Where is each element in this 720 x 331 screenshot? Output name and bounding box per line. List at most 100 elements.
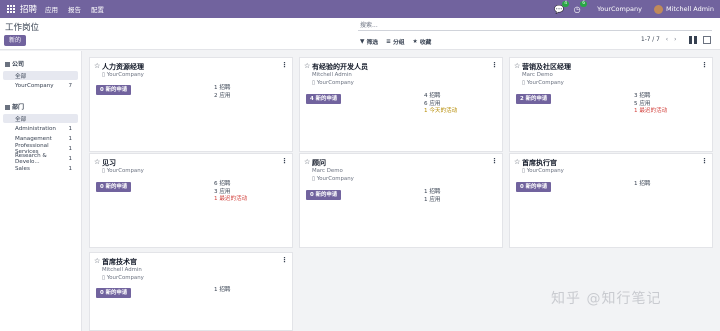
card-menu-icon[interactable]: ⋮ (491, 157, 498, 165)
building-icon: ▯ (312, 176, 315, 182)
menu-configuration[interactable]: 配置 (91, 4, 104, 14)
favorites-button[interactable]: ★ 收藏 (412, 37, 432, 47)
card-menu-icon[interactable]: ⋮ (281, 157, 288, 165)
applications-count[interactable]: 6 应用 (424, 101, 457, 109)
applications-count[interactable]: 3 应用 (214, 189, 247, 197)
job-company-label: YourCompany (106, 168, 144, 174)
layers-icon: ≡ (386, 38, 391, 45)
group-by-button[interactable]: ≡ 分组 (386, 37, 405, 47)
menu-reporting[interactable]: 报告 (68, 4, 81, 14)
job-card[interactable]: ☆ 顾问 ⋮ Marc Demo ▯ YourCompany 0 新的申请 1 … (299, 153, 503, 248)
app-name[interactable]: 招聘 (20, 3, 37, 15)
to-recruit[interactable]: 1 招聘 (214, 85, 231, 93)
new-applications-button[interactable]: 0 新的申请 (306, 190, 342, 200)
company-item-label: YourCompany (15, 82, 54, 89)
favorite-star-icon[interactable]: ☆ (94, 158, 100, 166)
job-title[interactable]: 首席执行官 (522, 158, 557, 168)
group-label: 分组 (392, 40, 405, 46)
kanban-view-icon[interactable] (689, 36, 697, 44)
applications-count[interactable]: 5 应用 (634, 101, 667, 109)
job-title[interactable]: 有经验的开发人员 (312, 62, 368, 72)
new-applications-button[interactable]: 0 新的申请 (516, 182, 552, 192)
menu-applications[interactable]: 应用 (45, 4, 58, 14)
star-icon: ★ (412, 38, 418, 45)
department-item-label: 全部 (15, 116, 27, 123)
favorite-star-icon[interactable]: ☆ (514, 158, 520, 166)
activity-overdue[interactable]: 1 最迟的活动 (634, 108, 667, 116)
job-card[interactable]: ☆ 见习 ⋮ ▯ YourCompany 0 新的申请 6 招聘 3 应用 1 … (89, 153, 293, 248)
job-card[interactable]: ☆ 首席技术官 ⋮ Mitchell Admin ▯ YourCompany 0… (89, 252, 293, 331)
department-item-count: 1 (68, 155, 72, 162)
activity-icon[interactable]: ◷ 6 (571, 1, 588, 15)
search-input[interactable] (358, 20, 712, 30)
to-recruit[interactable]: 6 招聘 (214, 181, 247, 189)
building-icon: ▯ (522, 168, 525, 174)
card-menu-icon[interactable]: ⋮ (701, 61, 708, 69)
to-recruit[interactable]: 1 招聘 (214, 287, 231, 295)
department-item-label: Management (15, 135, 52, 142)
search-box (358, 20, 712, 31)
job-card[interactable]: ☆ 营销及社区经理 ⋮ Marc Demo ▯ YourCompany 2 新的… (509, 57, 713, 152)
new-applications-button[interactable]: 2 新的申请 (516, 94, 552, 104)
pager: 1-7 / 7 ‹ › (641, 37, 676, 43)
building-icon: ▯ (102, 275, 105, 281)
list-view-icon[interactable] (703, 36, 711, 44)
favorite-star-icon[interactable]: ☆ (514, 62, 520, 70)
job-card[interactable]: ☆ 首席执行官 ⋮ ▯ YourCompany 0 新的申请 1 招聘 (509, 153, 713, 248)
favorite-star-icon[interactable]: ☆ (94, 62, 100, 70)
company-item-all[interactable]: 全部 (3, 71, 78, 80)
new-applications-button[interactable]: 0 新的申请 (96, 85, 132, 95)
to-recruit[interactable]: 3 招聘 (634, 93, 667, 101)
favorite-star-icon[interactable]: ☆ (304, 62, 310, 70)
job-company-label: YourCompany (316, 176, 354, 182)
top-navbar: 招聘 应用 报告 配置 💬 4 ◷ 6 YourCompany Mitchell A… (0, 0, 720, 18)
to-recruit[interactable]: 1 招聘 (424, 189, 441, 197)
user-avatar[interactable] (653, 4, 663, 14)
pager-prev-icon[interactable]: ‹ (666, 37, 668, 43)
apps-menu-icon[interactable] (4, 5, 18, 13)
chat-icon[interactable]: 💬 4 (553, 1, 570, 15)
to-recruit[interactable]: 1 招聘 (634, 181, 651, 189)
applications-count[interactable]: 1 应用 (424, 197, 441, 205)
job-title[interactable]: 顾问 (312, 158, 326, 168)
user-menu[interactable]: Mitchell Admin (666, 5, 714, 13)
pager-next-icon[interactable]: › (674, 37, 676, 43)
new-applications-button[interactable]: 0 新的申请 (96, 182, 132, 192)
job-title[interactable]: 人力资源经理 (102, 62, 144, 72)
job-title[interactable]: 营销及社区经理 (522, 62, 571, 72)
favorite-star-icon[interactable]: ☆ (304, 158, 310, 166)
card-menu-icon[interactable]: ⋮ (281, 256, 288, 264)
company-item-count: 7 (68, 82, 72, 89)
card-menu-icon[interactable]: ⋮ (281, 61, 288, 69)
favorite-star-icon[interactable]: ☆ (94, 257, 100, 265)
card-menu-icon[interactable]: ⋮ (491, 61, 498, 69)
department-item-all[interactable]: 全部 (3, 114, 78, 123)
activity-overdue[interactable]: 1 最迟的活动 (214, 196, 247, 204)
pager-value[interactable]: 1-7 / 7 (641, 37, 660, 43)
department-item-sales[interactable]: Sales 1 (3, 164, 78, 173)
card-menu-icon[interactable]: ⋮ (701, 157, 708, 165)
to-recruit[interactable]: 4 招聘 (424, 93, 457, 101)
building-icon: ▯ (102, 72, 105, 78)
job-title[interactable]: 见习 (102, 158, 116, 168)
job-stats: 6 招聘 3 应用 1 最迟的活动 (214, 181, 247, 204)
department-item-count: 1 (68, 125, 72, 132)
department-item-research[interactable]: Research & Develo... 1 (3, 153, 78, 165)
company-section-heading: 公司 (0, 51, 81, 70)
job-card[interactable]: ☆ 有经验的开发人员 ⋮ Mitchell Admin ▯ YourCompan… (299, 57, 503, 152)
users-icon (5, 105, 10, 110)
job-recruiter: Mitchell Admin (102, 267, 142, 273)
company-item-yourcompany[interactable]: YourCompany 7 (3, 81, 78, 90)
department-item-administration[interactable]: Administration 1 (3, 124, 78, 133)
new-button[interactable]: 新的 (4, 35, 27, 46)
company-switcher[interactable]: YourCompany (597, 5, 642, 13)
applications-count[interactable]: 2 应用 (214, 93, 231, 101)
new-applications-button[interactable]: 4 新的申请 (306, 94, 342, 104)
job-company: ▯ YourCompany (522, 80, 564, 86)
new-applications-button[interactable]: 0 新的申请 (96, 288, 132, 298)
job-card[interactable]: ☆ 人力资源经理 ⋮ ▯ YourCompany 0 新的申请 1 招聘 2 应… (89, 57, 293, 152)
job-stats: 1 招聘 (634, 181, 651, 189)
job-title[interactable]: 首席技术官 (102, 257, 137, 267)
filter-button[interactable]: ▼ 筛选 (360, 37, 378, 47)
activity-today[interactable]: 1 今天的活动 (424, 108, 457, 116)
